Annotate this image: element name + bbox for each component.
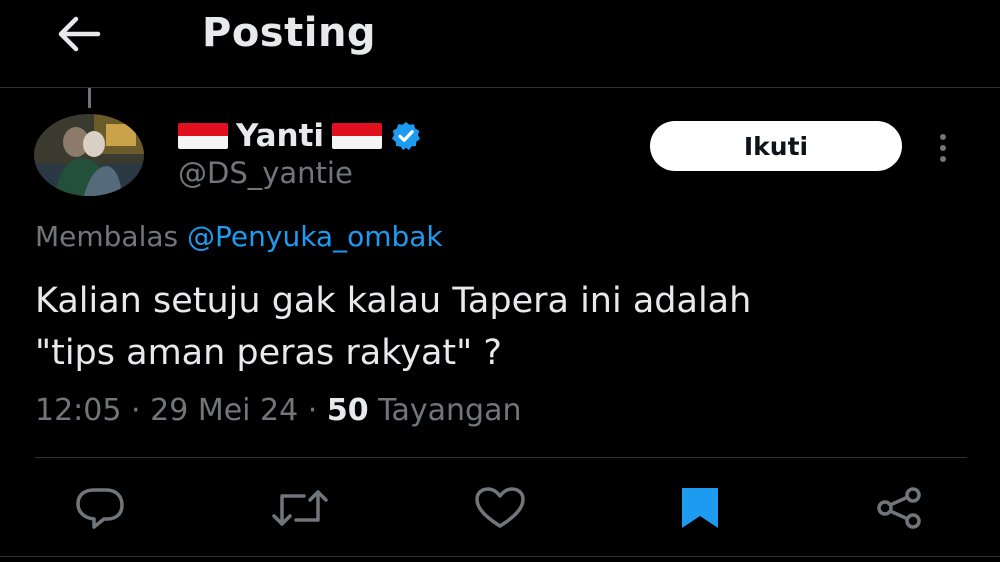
- retweet-icon: [272, 490, 328, 526]
- author-display-name: Yanti: [236, 118, 325, 154]
- bottom-divider: [0, 556, 1000, 557]
- views-count: 50: [326, 393, 369, 428]
- indonesia-flag-icon: [332, 123, 383, 149]
- divider: [35, 457, 967, 458]
- more-options-button[interactable]: [926, 128, 960, 168]
- retweet-button[interactable]: [270, 480, 330, 536]
- back-button[interactable]: [48, 10, 108, 58]
- like-icon: [475, 487, 525, 528]
- replying-to-prefix: Membalas: [35, 220, 179, 253]
- reply-mention-link[interactable]: @Penyuka_ombak: [187, 220, 443, 253]
- bookmark-button[interactable]: [670, 480, 730, 536]
- tweet-text-line: Kalian setuju gak kalau Tapera ini adala…: [35, 281, 752, 321]
- more-vertical-icon: [940, 134, 946, 162]
- bookmark-icon: [682, 488, 718, 528]
- author-name-row[interactable]: Yanti: [178, 116, 422, 156]
- meta-separator: ·: [307, 393, 318, 428]
- verified-badge-icon: [392, 122, 421, 151]
- avatar-photo: [34, 114, 144, 196]
- top-bar: Posting: [0, 0, 1000, 88]
- tweet-text-line: "tips aman peras rakyat" ?: [35, 333, 502, 373]
- replying-to-line: Membalas @Penyuka_ombak: [35, 220, 443, 253]
- tweet-meta: 12:05 · 29 Mei 24 · 50 Tayangan: [35, 393, 522, 428]
- avatar[interactable]: [34, 114, 144, 196]
- share-button[interactable]: [870, 480, 930, 536]
- follow-button[interactable]: Ikuti: [650, 121, 902, 171]
- tweet-time[interactable]: 12:05: [35, 393, 121, 428]
- tweet-text: Kalian setuju gak kalau Tapera ini adala…: [35, 275, 975, 379]
- author-handle[interactable]: @DS_yantie: [178, 156, 353, 190]
- reply-button[interactable]: [70, 480, 130, 536]
- share-icon: [877, 487, 921, 529]
- indonesia-flag-icon: [178, 123, 228, 149]
- page-title: Posting: [202, 10, 377, 56]
- action-bar: [0, 480, 1000, 536]
- like-button[interactable]: [470, 480, 530, 536]
- views-label: Tayangan: [378, 393, 522, 428]
- tweet-date[interactable]: 29 Mei 24: [150, 393, 298, 428]
- arrow-left-icon: [58, 16, 101, 52]
- meta-separator: ·: [131, 393, 141, 428]
- thread-connector-line: [88, 88, 91, 108]
- reply-icon: [76, 488, 124, 529]
